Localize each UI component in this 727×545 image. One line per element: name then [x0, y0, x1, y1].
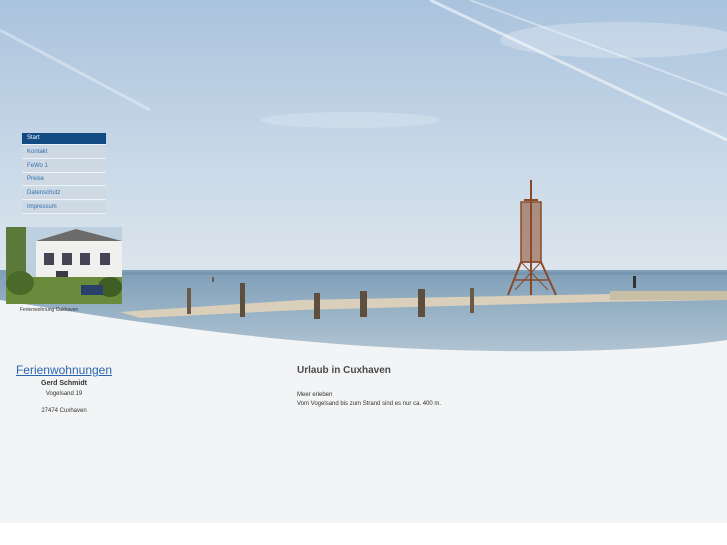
nav-item-start[interactable]: Start — [22, 133, 106, 145]
street-address: Vogelsand 19 — [45, 391, 83, 397]
intro-line-2: Vom Vogelsand bis zum Strand sind es nur… — [297, 401, 442, 407]
house-photo — [6, 227, 122, 304]
address-block: Ferienwohnungen Gerd Schmidt Vogelsand 1… — [14, 363, 114, 415]
nav-item-kontakt[interactable]: Kontakt — [22, 146, 106, 159]
photo-caption: Ferienwohnung Cuxhaven — [19, 307, 79, 313]
nav-item-datenschutz[interactable]: Datenschutz — [22, 188, 106, 201]
main-navigation: Start Kontakt FeWo 1 Preise Datenschutz … — [22, 133, 106, 216]
owner-name: Gerd Schmidt — [41, 380, 87, 387]
page-title: Urlaub in Cuxhaven — [297, 365, 391, 376]
ferienwohnungen-link[interactable]: Ferienwohnungen — [14, 363, 114, 377]
main-content: Urlaub in Cuxhaven Meer erleben Vom Voge… — [297, 365, 697, 409]
footer-strip — [0, 523, 727, 545]
city-address: 27474 Cuxhaven — [41, 408, 87, 414]
nav-item-preise[interactable]: Preise — [22, 174, 106, 187]
intro-line-1: Meer erleben — [297, 392, 333, 398]
nav-item-fewo-1[interactable]: FeWo 1 — [22, 160, 106, 173]
nav-item-impressum[interactable]: Impressum — [22, 201, 106, 214]
page: Start Kontakt FeWo 1 Preise Datenschutz … — [0, 0, 727, 545]
